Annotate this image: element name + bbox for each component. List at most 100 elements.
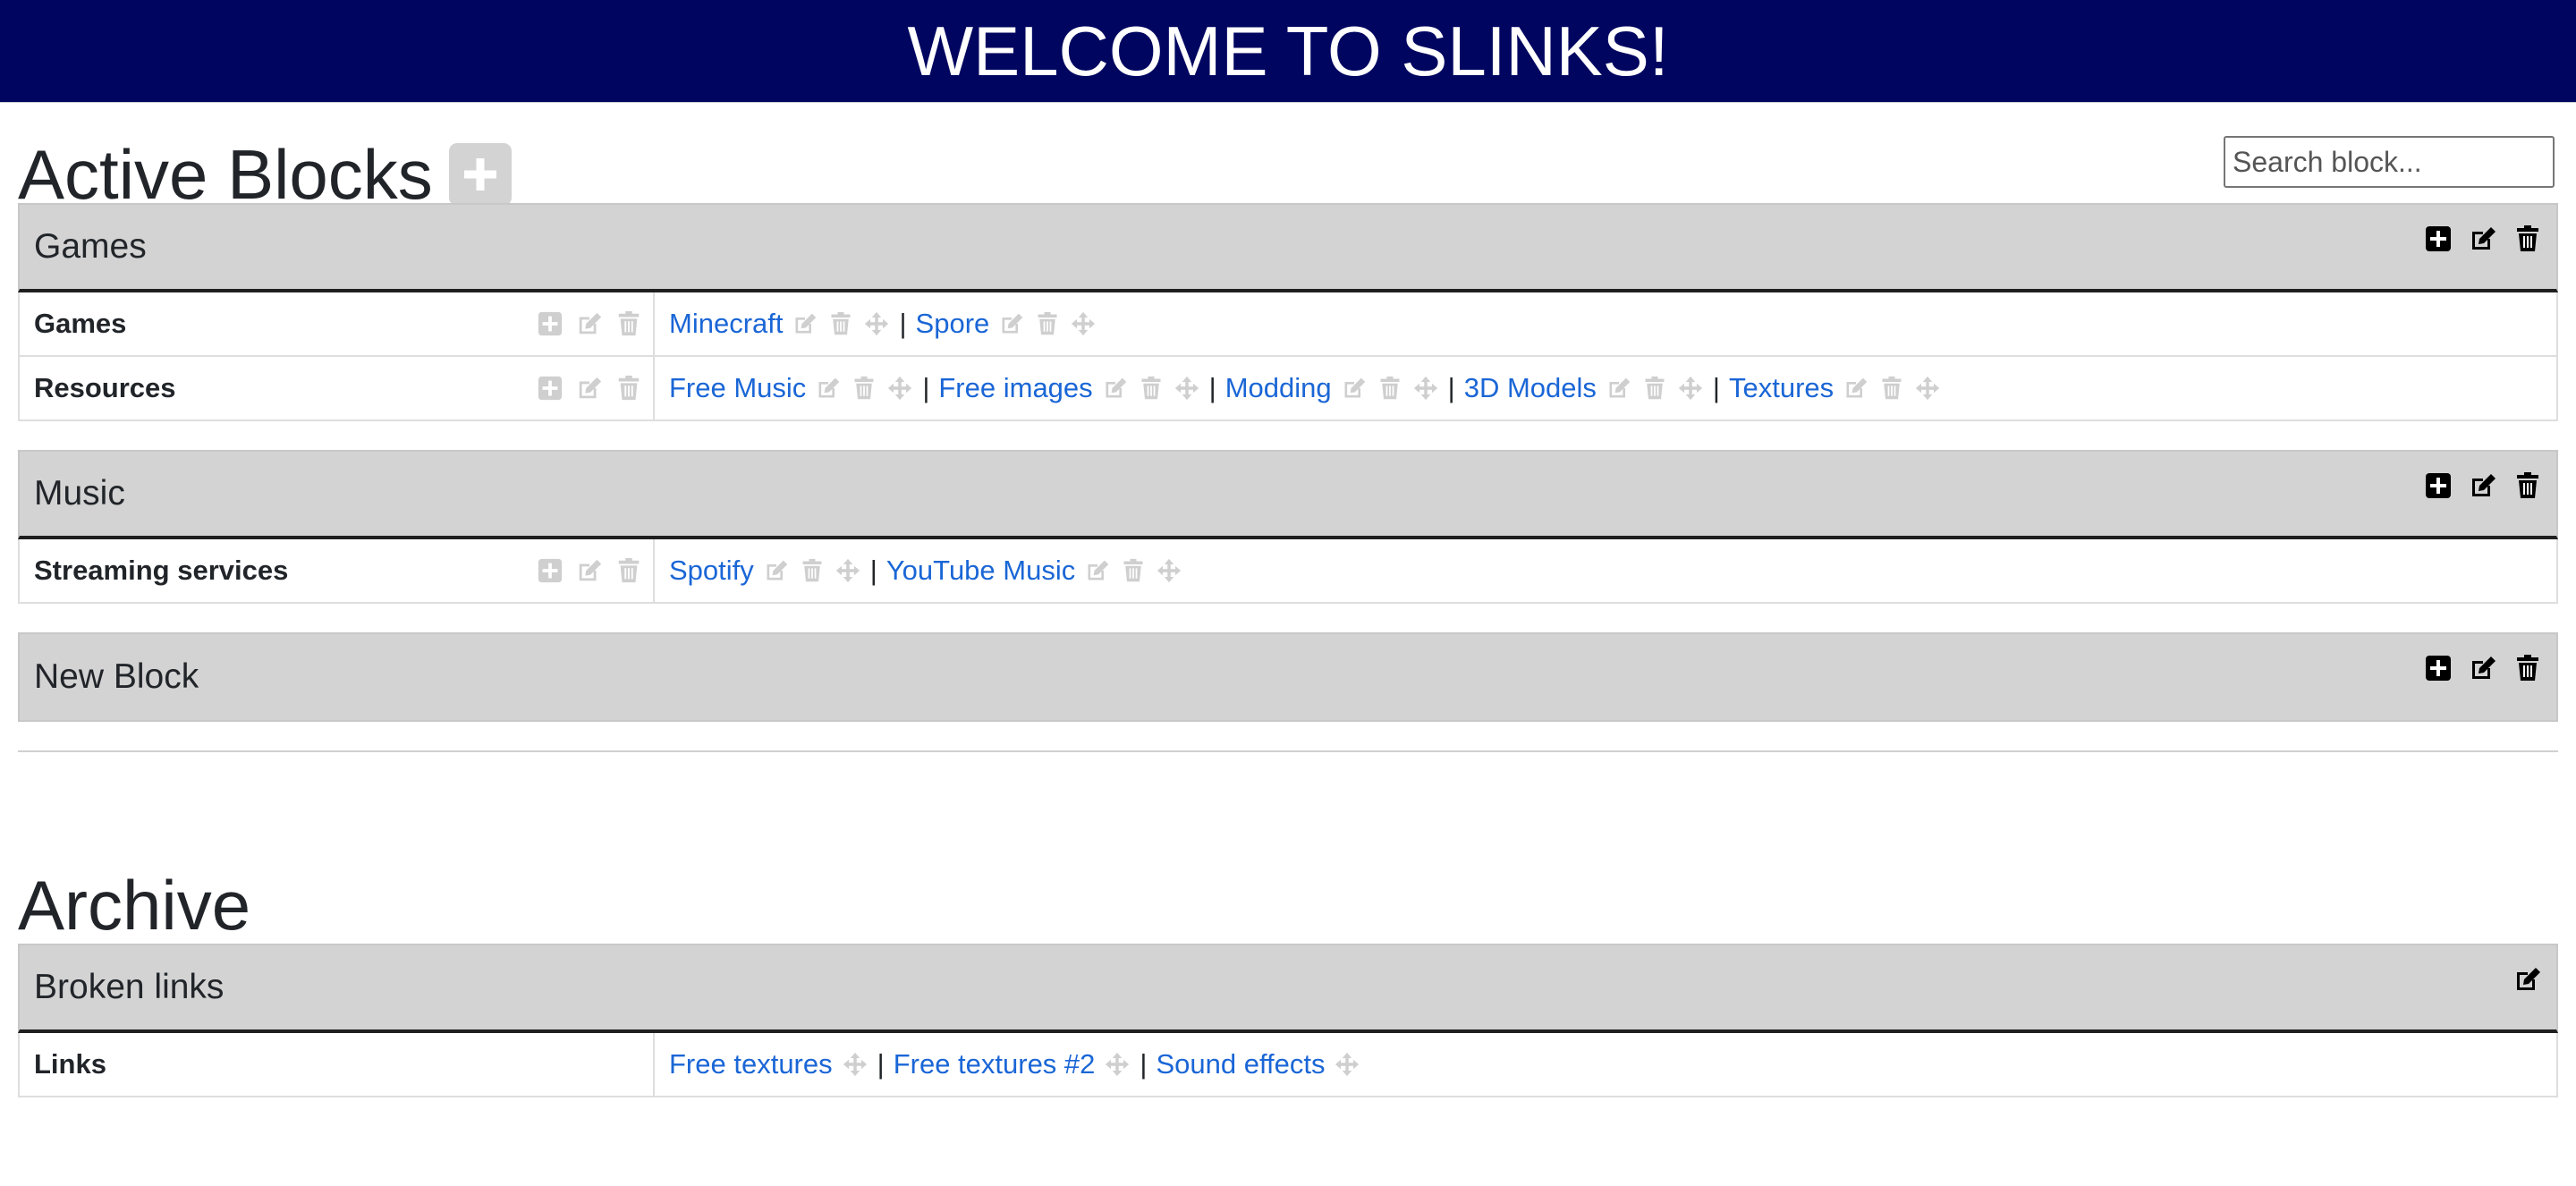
edit-row-icon[interactable] [576, 310, 603, 337]
link[interactable]: Modding [1225, 372, 1332, 404]
block-header: Games [18, 203, 2558, 292]
add-link-icon[interactable] [537, 310, 564, 337]
edit-link-icon[interactable] [1084, 557, 1111, 584]
edit-link-icon[interactable] [998, 310, 1025, 337]
add-row-icon[interactable] [2422, 470, 2454, 502]
drag-handle-icon[interactable] [886, 375, 913, 402]
row-label-cell: Streaming services [20, 539, 655, 602]
edit-link-icon[interactable] [792, 310, 818, 337]
delete-block-icon[interactable] [2512, 652, 2544, 684]
drag-handle-icon[interactable] [1677, 375, 1704, 402]
delete-row-icon[interactable] [615, 375, 642, 402]
delete-link-icon[interactable] [1138, 375, 1165, 402]
link-actions [815, 375, 913, 402]
delete-link-icon[interactable] [1120, 557, 1147, 584]
block-actions [2422, 470, 2544, 502]
drag-handle-icon[interactable] [835, 557, 861, 584]
delete-block-icon[interactable] [2512, 223, 2544, 255]
active-blocks-list: Games Games Minecraft | Spore Resources Free M… [18, 203, 2558, 722]
link[interactable]: 3D Models [1464, 372, 1597, 404]
row-label: Links [34, 1048, 106, 1080]
row-label: Games [34, 308, 127, 339]
link-actions [842, 1051, 869, 1078]
delete-link-icon[interactable] [1377, 375, 1403, 402]
link[interactable]: Free images [938, 372, 1092, 404]
delete-block-icon[interactable] [2512, 470, 2544, 502]
row-links-cell: Minecraft | Spore [655, 292, 1097, 355]
drag-handle-icon[interactable] [1174, 375, 1200, 402]
delete-row-icon[interactable] [615, 557, 642, 584]
link-separator: | [877, 1048, 885, 1080]
edit-link-icon[interactable] [1341, 375, 1368, 402]
link[interactable]: YouTube Music [886, 555, 1075, 587]
link[interactable]: Free textures [669, 1048, 833, 1080]
add-link-icon[interactable] [537, 375, 564, 402]
block-title: Music [34, 474, 125, 513]
edit-block-icon[interactable] [2512, 963, 2544, 995]
table-row: Links Free textures | Free textures #2 | Soun… [18, 1033, 2558, 1097]
edit-link-icon[interactable] [1843, 375, 1869, 402]
row-label-cell: Links [20, 1033, 655, 1096]
block-actions [2512, 963, 2544, 995]
link[interactable]: Free Music [669, 372, 806, 404]
delete-link-icon[interactable] [827, 310, 854, 337]
block-actions [2422, 223, 2544, 255]
edit-link-icon[interactable] [763, 557, 790, 584]
active-blocks-title: Active Blocks [18, 135, 433, 214]
drag-handle-icon[interactable] [1334, 1051, 1360, 1078]
block-header: Music [18, 450, 2558, 539]
edit-link-icon[interactable] [1606, 375, 1632, 402]
link-actions [1341, 375, 1439, 402]
table-row: Games Minecraft | Spore [18, 292, 2558, 357]
link[interactable]: Free textures #2 [894, 1048, 1096, 1080]
archive-heading: Archive [18, 867, 2558, 944]
row-label: Streaming services [34, 555, 289, 586]
edit-row-icon[interactable] [576, 375, 603, 402]
delete-link-icon[interactable] [1641, 375, 1668, 402]
section-divider [18, 750, 2558, 752]
link-separator: | [1712, 372, 1720, 403]
delete-link-icon[interactable] [851, 375, 877, 402]
edit-link-icon[interactable] [815, 375, 842, 402]
add-block-button[interactable] [448, 143, 512, 206]
add-row-icon[interactable] [2422, 652, 2454, 684]
edit-row-icon[interactable] [576, 557, 603, 584]
search-block-input[interactable]: Search block... [2224, 136, 2555, 188]
block: Music Streaming services Spotify | YouTube M… [18, 450, 2558, 604]
add-link-icon[interactable] [537, 557, 564, 584]
row-label-cell: Games [20, 292, 655, 355]
delete-link-icon[interactable] [1878, 375, 1905, 402]
link[interactable]: Sound effects [1156, 1048, 1325, 1080]
link[interactable]: Spotify [669, 555, 754, 587]
link[interactable]: Textures [1729, 372, 1834, 404]
link-actions [1084, 557, 1182, 584]
row-label: Resources [34, 372, 176, 403]
drag-handle-icon[interactable] [863, 310, 890, 337]
link[interactable]: Spore [916, 308, 990, 340]
link-actions [1334, 1051, 1360, 1078]
block-header: New Block [18, 632, 2558, 722]
drag-handle-icon[interactable] [1104, 1051, 1131, 1078]
edit-block-icon[interactable] [2467, 223, 2499, 255]
drag-handle-icon[interactable] [842, 1051, 869, 1078]
add-row-icon[interactable] [2422, 223, 2454, 255]
drag-handle-icon[interactable] [1412, 375, 1439, 402]
drag-handle-icon[interactable] [1156, 557, 1182, 584]
row-links-cell: Free textures | Free textures #2 | Sound eff… [655, 1033, 1360, 1096]
link-actions [1102, 375, 1200, 402]
edit-link-icon[interactable] [1102, 375, 1129, 402]
delete-row-icon[interactable] [615, 310, 642, 337]
block: Broken links Links Free textures | Free text… [18, 944, 2558, 1097]
block-title: New Block [34, 657, 199, 696]
link[interactable]: Minecraft [669, 308, 783, 340]
block-actions [2422, 652, 2544, 684]
link-actions [1104, 1051, 1131, 1078]
edit-block-icon[interactable] [2467, 652, 2499, 684]
delete-link-icon[interactable] [1034, 310, 1061, 337]
block-title: Games [34, 227, 147, 266]
delete-link-icon[interactable] [799, 557, 826, 584]
link-separator: | [869, 555, 877, 586]
drag-handle-icon[interactable] [1914, 375, 1941, 402]
drag-handle-icon[interactable] [1070, 310, 1097, 337]
edit-block-icon[interactable] [2467, 470, 2499, 502]
